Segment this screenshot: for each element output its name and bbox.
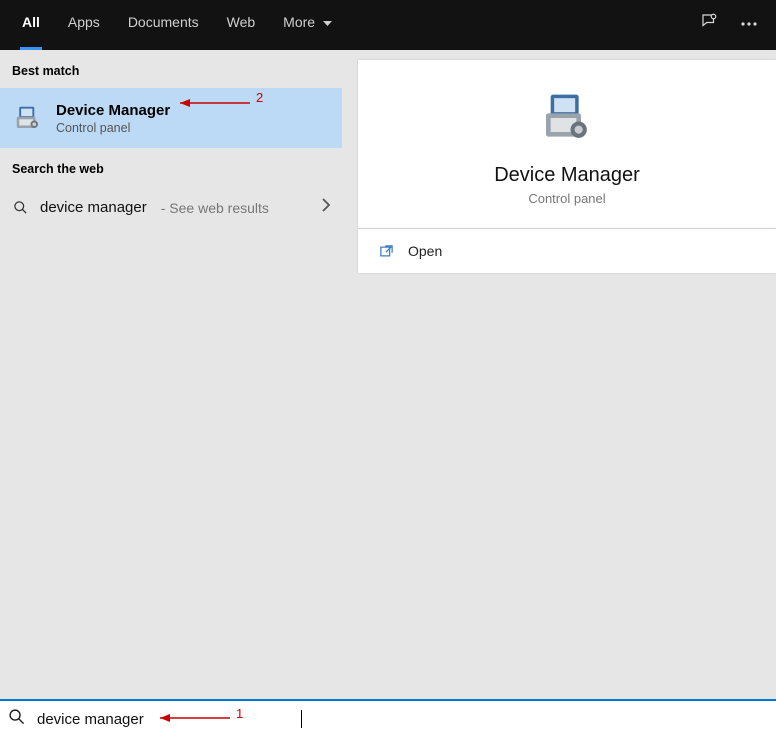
tab-all[interactable]: All bbox=[8, 0, 54, 50]
chevron-right-icon bbox=[322, 198, 330, 217]
search-icon bbox=[12, 200, 28, 216]
section-search-web: Search the web bbox=[0, 148, 342, 186]
search-bar: 1 bbox=[0, 699, 776, 737]
search-icon bbox=[8, 708, 25, 730]
detail-card: Device Manager Control panel bbox=[358, 60, 776, 228]
tab-documents[interactable]: Documents bbox=[114, 0, 213, 50]
open-icon bbox=[378, 243, 394, 259]
section-best-match: Best match bbox=[0, 50, 342, 88]
best-match-subtitle: Control panel bbox=[56, 121, 170, 135]
results-panel: Best match Device Manager Control panel bbox=[0, 50, 342, 699]
detail-panel: Device Manager Control panel Open bbox=[358, 50, 776, 699]
best-match-title: Device Manager bbox=[56, 102, 170, 119]
action-open-label: Open bbox=[408, 243, 442, 259]
tab-apps[interactable]: Apps bbox=[54, 0, 114, 50]
annotation-2: 2 bbox=[256, 90, 263, 105]
device-manager-icon bbox=[12, 102, 44, 134]
tab-web[interactable]: Web bbox=[213, 0, 270, 50]
search-input[interactable] bbox=[35, 710, 299, 729]
detail-title: Device Manager bbox=[494, 164, 640, 187]
detail-subtitle: Control panel bbox=[528, 191, 605, 206]
tab-more-label: More bbox=[283, 14, 315, 30]
tab-more[interactable]: More bbox=[269, 0, 346, 50]
feedback-icon[interactable] bbox=[700, 12, 718, 34]
web-search-query: device manager bbox=[40, 199, 147, 216]
action-open[interactable]: Open bbox=[358, 229, 776, 273]
chevron-down-icon bbox=[323, 14, 332, 30]
web-search-result[interactable]: device manager - See web results bbox=[0, 186, 342, 229]
web-search-suffix: - See web results bbox=[161, 200, 269, 216]
device-manager-large-icon bbox=[539, 90, 595, 146]
search-tabs: All Apps Documents Web More bbox=[0, 0, 776, 50]
more-options-icon[interactable] bbox=[740, 15, 758, 31]
best-match-result[interactable]: Device Manager Control panel 2 bbox=[0, 88, 342, 148]
text-cursor bbox=[301, 710, 302, 728]
